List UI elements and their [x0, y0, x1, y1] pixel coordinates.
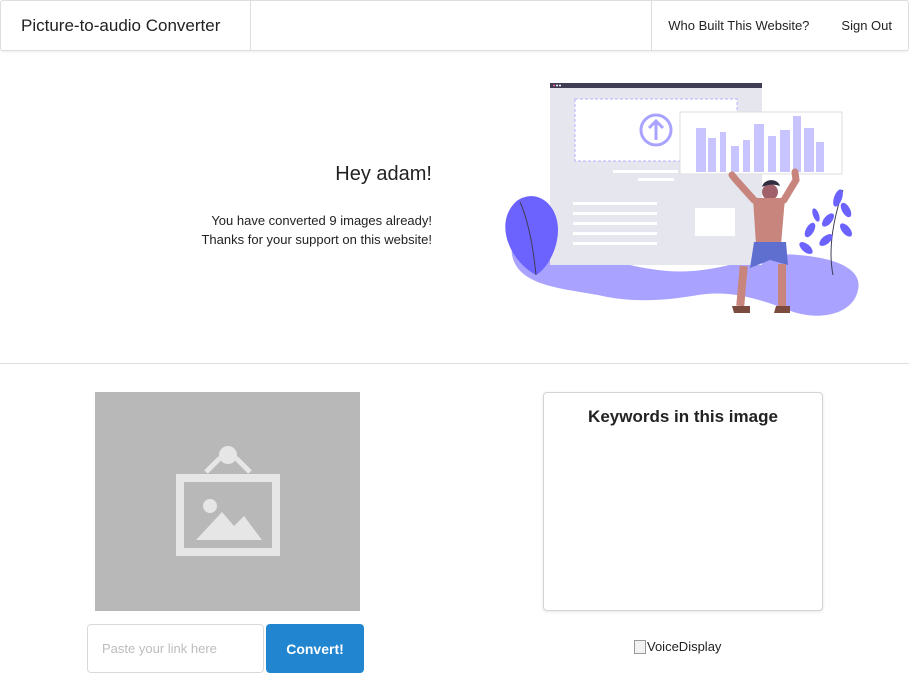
link-input[interactable] [87, 624, 264, 673]
stats-text: You have converted 9 images already! Tha… [201, 211, 432, 249]
brand-title[interactable]: Picture-to-audio Converter [1, 1, 251, 50]
keywords-card: Keywords in this image [543, 392, 823, 611]
greeting-heading: Hey adam! [335, 163, 432, 185]
voice-display-image: VoiceDisplay [634, 639, 721, 654]
nav-who-built[interactable]: Who Built This Website? [652, 1, 825, 50]
broken-image-icon [634, 639, 646, 654]
image-preview [95, 392, 360, 611]
convert-button[interactable]: Convert! [266, 624, 364, 673]
converted-count-text: You have converted 9 images already! [211, 213, 432, 228]
keywords-title: Keywords in this image [588, 407, 778, 426]
nav-right: Who Built This Website? Sign Out [651, 1, 908, 50]
nav-sign-out[interactable]: Sign Out [825, 1, 908, 50]
section-divider [0, 363, 909, 364]
voice-display-alt: VoiceDisplay [647, 639, 722, 654]
image-placeholder-icon [175, 445, 280, 556]
thanks-text: Thanks for your support on this website! [201, 232, 432, 247]
upload-illustration [505, 83, 859, 316]
top-menu: Picture-to-audio Converter Who Built Thi… [0, 0, 909, 51]
